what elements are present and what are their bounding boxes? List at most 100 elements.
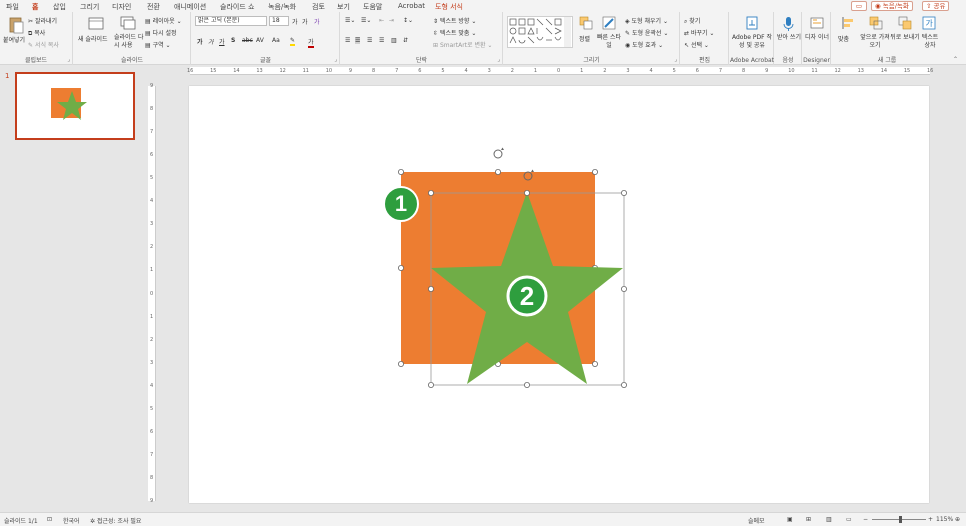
dictate-button[interactable]: 받아 쓰기 [777, 34, 801, 42]
star-handle[interactable] [427, 190, 434, 197]
increase-indent-icon[interactable]: ⇥ [389, 17, 394, 24]
text-direction-button[interactable]: ⇕ 텍스트 방향 ⌄ [433, 16, 476, 25]
grow-font-button[interactable]: 가 [292, 17, 298, 26]
normal-view-icon[interactable]: ▣ [787, 516, 793, 523]
slideshow-view-icon[interactable]: ▭ [846, 516, 852, 523]
reuse-slide-button[interactable]: 슬라이드 다시 사용 [114, 34, 144, 50]
accessibility-status[interactable]: ✲ 접근성: 조사 필요 [90, 516, 141, 525]
paste-icon[interactable] [8, 16, 24, 36]
clipboard-launcher-icon[interactable]: ⌟ [67, 56, 70, 63]
char-spacing-button[interactable]: AV [256, 37, 264, 44]
zoom-out-icon[interactable]: − [863, 516, 868, 523]
zoom-slider-thumb[interactable] [899, 516, 903, 523]
line-spacing-icon[interactable]: ↕⌄ [403, 17, 413, 24]
microphone-icon[interactable] [783, 16, 794, 34]
reading-view-icon[interactable]: ▥ [826, 516, 832, 523]
square-handle[interactable] [397, 264, 404, 271]
align-center-icon[interactable]: ☰ [355, 37, 361, 44]
tab-acrobat[interactable]: Acrobat [398, 2, 425, 10]
highlight-icon[interactable]: ✎ [290, 37, 296, 46]
slide-thumbnail[interactable] [15, 72, 135, 140]
tab-file[interactable]: 파일 [6, 2, 19, 12]
star-handle[interactable] [427, 381, 434, 388]
arrange-icon[interactable] [579, 16, 593, 32]
numbering-icon[interactable]: ☰⌄ [361, 17, 371, 24]
cut-button[interactable]: ✂ 잘라내기 [28, 16, 57, 25]
justify-icon[interactable]: ☰ [379, 37, 384, 44]
comment-icon[interactable]: ▭ [851, 1, 867, 11]
record-button[interactable]: ◉ 녹음/녹화 [871, 1, 913, 11]
reset-button[interactable]: ▤ 다시 설정 [145, 28, 177, 37]
shape-outline-button[interactable]: ✎ 도형 윤곽선 ⌄ [625, 28, 668, 37]
reuse-slide-icon[interactable] [120, 16, 136, 33]
decrease-indent-icon[interactable]: ⇤ [379, 17, 384, 24]
tab-slideshow[interactable]: 슬라이드 쇼 [220, 2, 254, 12]
shrink-font-button[interactable]: 가 [302, 17, 308, 26]
collapse-ribbon-icon[interactable]: ⌃ [953, 56, 958, 63]
italic-button[interactable]: 가 [208, 37, 214, 46]
square-handle[interactable] [591, 360, 598, 367]
language-status[interactable]: 한국어 [63, 516, 80, 525]
tab-draw[interactable]: 그리기 [80, 2, 99, 12]
replace-button[interactable]: ⇄ 바꾸기 ⌄ [684, 28, 714, 37]
find-button[interactable]: ⌕ 찾기 [684, 16, 700, 26]
shapes-gallery[interactable] [507, 16, 573, 48]
tab-home[interactable]: 홈 [32, 2, 39, 14]
drawing-launcher-icon[interactable]: ⌟ [674, 56, 677, 63]
select-button[interactable]: ↖ 선택 ⌄ [684, 40, 709, 49]
star-handle[interactable] [620, 190, 627, 197]
star-handle[interactable] [427, 285, 434, 292]
align-text-button[interactable]: ⇳ 텍스트 맞춤 ⌄ [433, 28, 476, 37]
spellcheck-icon[interactable]: ⊡ [47, 516, 52, 523]
star-handle[interactable] [620, 285, 627, 292]
slide-sorter-icon[interactable]: ⊞ [806, 516, 811, 523]
quick-styles-icon[interactable] [602, 16, 616, 32]
align-left-icon[interactable]: ☰ [345, 37, 350, 44]
strikethrough-button[interactable]: abc [242, 37, 253, 44]
tab-review[interactable]: 검토 [312, 2, 325, 12]
square-handle[interactable] [494, 169, 501, 176]
zoom-in-icon[interactable]: + [928, 516, 933, 523]
align-icon[interactable] [841, 16, 855, 32]
font-launcher-icon[interactable]: ⌟ [334, 56, 337, 63]
send-backward-icon[interactable] [898, 16, 912, 32]
star-handle[interactable] [523, 190, 530, 197]
layout-button[interactable]: ▤ 레이아웃 ⌄ [145, 16, 182, 25]
create-pdf-button[interactable]: Adobe PDF 작성 및 공유 [732, 34, 772, 50]
shape-fill-button[interactable]: ◈ 도형 채우기 ⌄ [625, 16, 668, 25]
bullets-icon[interactable]: ☰⌄ [345, 17, 355, 24]
section-button[interactable]: ▤ 구역 ⌄ [145, 40, 171, 49]
send-backward-button[interactable]: 뒤로 보내기 [890, 34, 920, 42]
square-handle[interactable] [397, 169, 404, 176]
font-color-button[interactable]: 가 [308, 37, 314, 48]
shadow-button[interactable]: S [231, 37, 235, 44]
zoom-slider[interactable] [872, 516, 926, 523]
align-right-icon[interactable]: ☰ [367, 37, 372, 44]
quick-styles-button[interactable]: 빠른 스타일 [597, 34, 621, 50]
rotate-handle-icon[interactable] [493, 147, 504, 159]
tab-design[interactable]: 디자인 [112, 2, 131, 12]
designer-icon[interactable] [810, 16, 824, 32]
tab-help[interactable]: 도움말 [363, 2, 382, 12]
copy-button[interactable]: ⧉ 복사 [28, 28, 45, 38]
arrange-button[interactable]: 정렬 [579, 34, 590, 43]
bring-forward-button[interactable]: 앞으로 가져오기 [858, 34, 892, 50]
star-handle[interactable] [620, 381, 627, 388]
format-painter-button[interactable]: ✎ 서식 복사 [28, 40, 59, 49]
paragraph-launcher-icon[interactable]: ⌟ [497, 56, 500, 63]
clear-format-button[interactable]: 가 [314, 17, 320, 26]
pdf-icon[interactable] [745, 16, 759, 32]
share-button[interactable]: ⇧ 공유 [922, 1, 950, 11]
tab-shape-format[interactable]: 도형 서식 [435, 2, 463, 12]
align-button[interactable]: 맞춤 [838, 34, 849, 43]
tab-record[interactable]: 녹음/녹화 [268, 2, 296, 12]
slide-canvas[interactable]: 1 2 [189, 86, 929, 503]
tab-animations[interactable]: 애니메이션 [174, 2, 206, 12]
notes-button[interactable]: 슬메모 [748, 516, 765, 525]
designer-button[interactable]: 디자 이너 [805, 34, 829, 42]
shape-effects-button[interactable]: ◉ 도형 효과 ⌄ [625, 40, 663, 49]
zoom-level[interactable]: 115% [936, 516, 953, 523]
textbox-button[interactable]: 텍스트 상자 [919, 34, 941, 50]
tab-insert[interactable]: 삽입 [53, 2, 66, 12]
tab-transitions[interactable]: 전환 [147, 2, 160, 12]
